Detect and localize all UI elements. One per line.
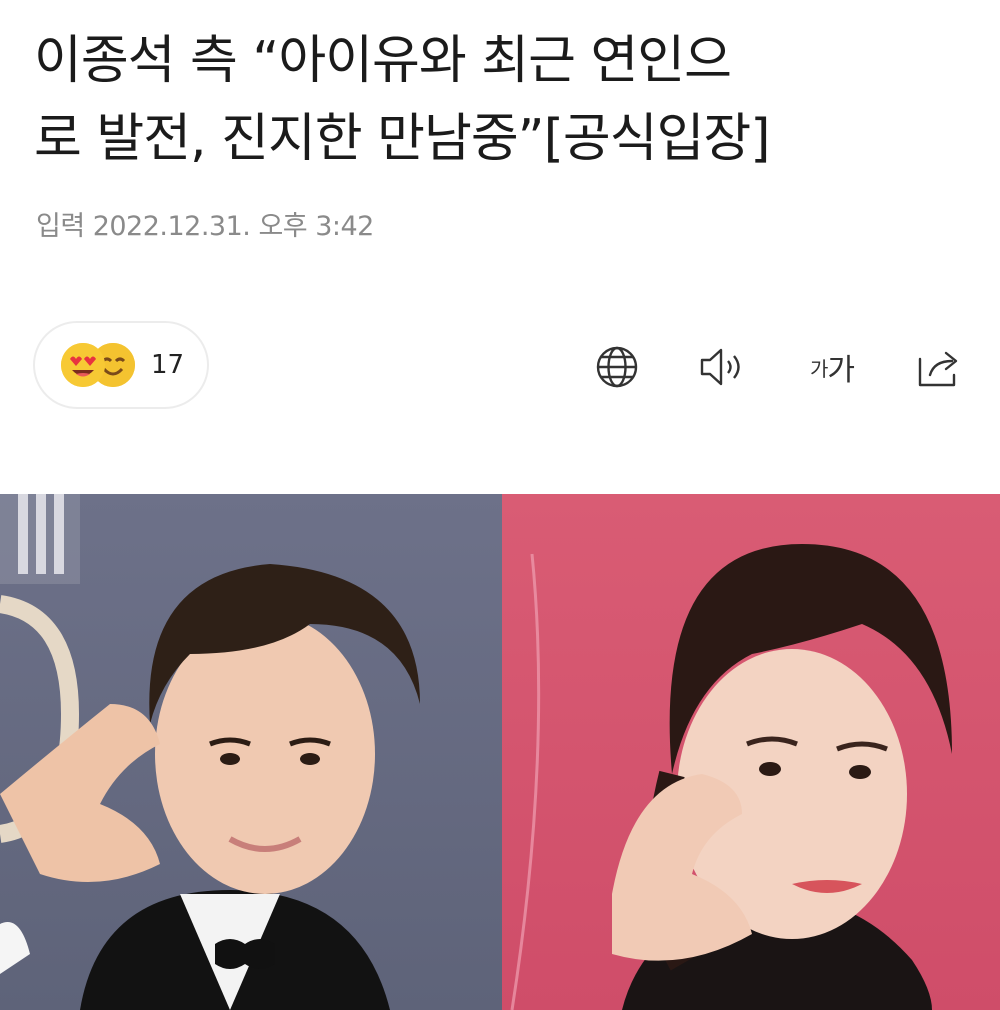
female-singer-heart-gesture-photo (502, 494, 1000, 1010)
article-title-line-2: 로 발전, 진지한 만남중”[공식입장] (34, 109, 771, 169)
heart-eyes-emoji-icon (61, 343, 105, 387)
speaker-icon (700, 348, 740, 386)
article-photo (0, 494, 1000, 1010)
reaction-button[interactable]: 17 (33, 321, 209, 409)
reaction-count: 17 (151, 350, 185, 380)
share-button[interactable] (916, 344, 966, 390)
share-icon (918, 351, 958, 387)
male-actor-heart-gesture-photo (0, 494, 502, 1010)
article-title-line-1: 이종석 측 “아이유와 최근 연인으 (34, 31, 732, 91)
translate-button[interactable] (594, 344, 640, 390)
text-to-speech-button[interactable] (698, 344, 748, 390)
article-title: 이종석 측 “아이유와 최근 연인으 로 발전, 진지한 만남중”[공식입장] (34, 22, 974, 178)
globe-icon (596, 346, 638, 388)
date-label: 입력 (36, 211, 85, 242)
publish-date: 입력 2022.12.31. 오후 3:42 (36, 204, 382, 243)
font-size-large-label: 가 (827, 353, 855, 388)
date-value: 2022.12.31. 오후 3:42 (92, 211, 375, 242)
font-size-button[interactable]: 가가 (802, 344, 862, 390)
font-size-small-label: 가 (809, 356, 828, 381)
